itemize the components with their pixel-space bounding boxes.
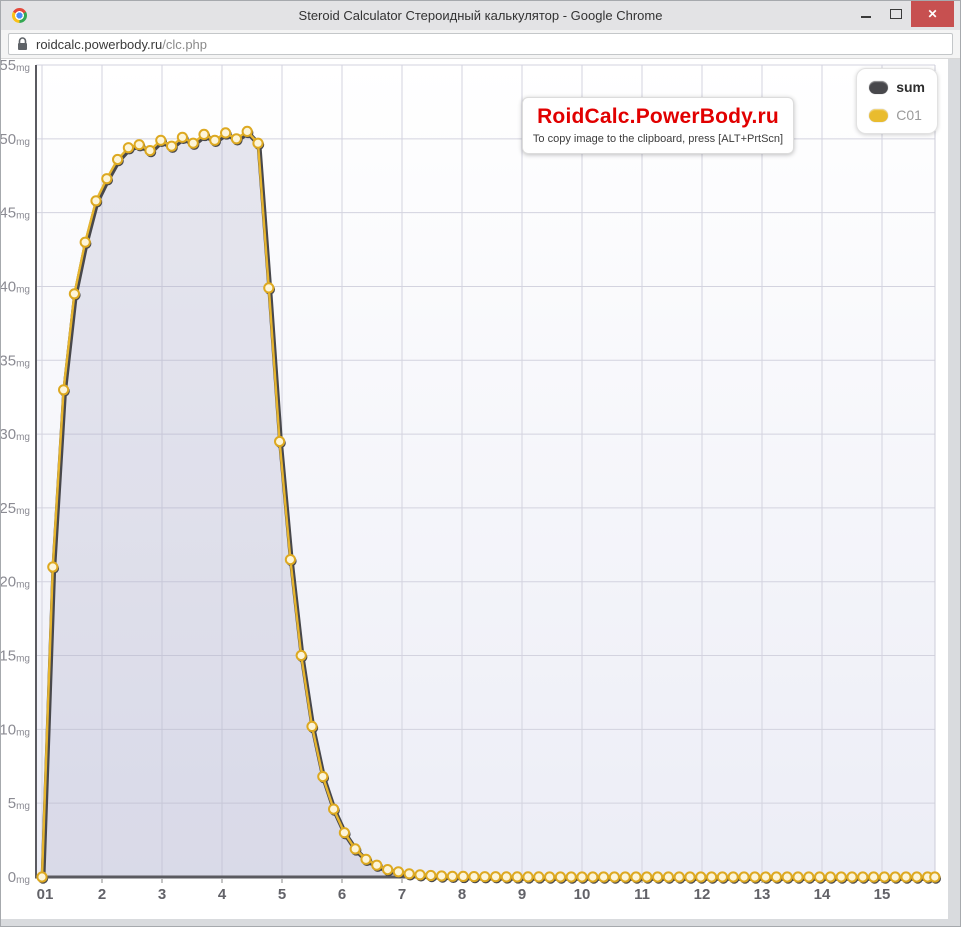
svg-text:55mg: 55mg [1, 59, 30, 74]
watermark-card: RoidCalc.PowerBody.ru To copy image to t… [522, 97, 794, 154]
svg-text:40mg: 40mg [1, 278, 30, 295]
svg-text:45mg: 45mg [1, 205, 30, 222]
svg-text:20mg: 20mg [1, 574, 30, 591]
title-bar[interactable]: Steroid Calculator Стероидный калькулято… [1, 1, 960, 30]
page-content: 0mg5mg10mg15mg20mg25mg30mg35mg40mg45mg50… [1, 59, 948, 919]
maximize-icon [890, 9, 902, 19]
address-bar: roidcalc.powerbody.ru/clc.php [1, 30, 960, 59]
svg-text:7: 7 [398, 886, 406, 903]
y-axis-labels: 0mg 5mg 10mg 15mg 20mg 25mg 30mg 35mg 40mg 45mg 50… [1, 59, 30, 886]
svg-text:25mg: 25mg [1, 500, 30, 517]
svg-text:01: 01 [37, 886, 54, 903]
svg-text:11: 11 [634, 886, 650, 903]
svg-text:35mg: 35mg [1, 352, 30, 369]
legend-label-c01: C01 [896, 107, 922, 123]
url-text: roidcalc.powerbody.ru/clc.php [36, 37, 207, 52]
lock-icon[interactable] [17, 37, 28, 51]
minimize-icon [861, 16, 871, 18]
svg-text:5: 5 [278, 886, 286, 903]
url-host: roidcalc.powerbody.ru [36, 37, 162, 52]
svg-text:3: 3 [158, 886, 166, 903]
watermark-hint: To copy image to the clipboard, press [A… [529, 133, 787, 145]
svg-text:10: 10 [574, 886, 591, 903]
svg-text:13: 13 [754, 886, 771, 903]
legend-item-sum[interactable]: sum [869, 79, 925, 95]
legend-label-sum: sum [896, 79, 925, 95]
svg-text:9: 9 [518, 886, 526, 903]
svg-text:14: 14 [814, 886, 831, 903]
svg-text:15: 15 [874, 886, 891, 903]
legend: sum C01 [856, 68, 938, 134]
browser-window: Steroid Calculator Стероидный калькулято… [0, 0, 961, 927]
svg-text:15mg: 15mg [1, 648, 30, 665]
svg-text:30mg: 30mg [1, 426, 30, 443]
minimize-button[interactable] [851, 1, 881, 27]
legend-marker-sum [869, 81, 888, 94]
svg-text:4: 4 [218, 886, 227, 903]
svg-text:12: 12 [694, 886, 711, 903]
svg-text:10mg: 10mg [1, 721, 30, 738]
window-title: Steroid Calculator Стероидный калькулято… [1, 8, 960, 23]
svg-text:8: 8 [458, 886, 466, 903]
chrome-logo-icon [12, 8, 27, 23]
watermark-brand: RoidCalc.PowerBody.ru [529, 105, 787, 129]
svg-text:6: 6 [338, 886, 346, 903]
svg-text:2: 2 [98, 886, 106, 903]
svg-text:50mg: 50mg [1, 131, 30, 148]
url-path: /clc.php [162, 37, 207, 52]
url-field[interactable]: roidcalc.powerbody.ru/clc.php [8, 33, 953, 55]
x-axis-labels: 01 2 3 4 5 6 7 8 9 10 11 12 13 14 15 [37, 886, 891, 903]
close-button[interactable]: ✕ [911, 1, 954, 27]
legend-marker-c01 [869, 109, 888, 122]
svg-text:5mg: 5mg [8, 795, 30, 812]
window-controls: ✕ [851, 1, 954, 27]
maximize-button[interactable] [881, 1, 911, 27]
svg-text:0mg: 0mg [8, 869, 30, 886]
legend-item-c01[interactable]: C01 [869, 107, 925, 123]
concentration-chart[interactable]: 0mg5mg10mg15mg20mg25mg30mg35mg40mg45mg50… [1, 59, 948, 919]
close-icon: ✕ [927, 8, 937, 20]
